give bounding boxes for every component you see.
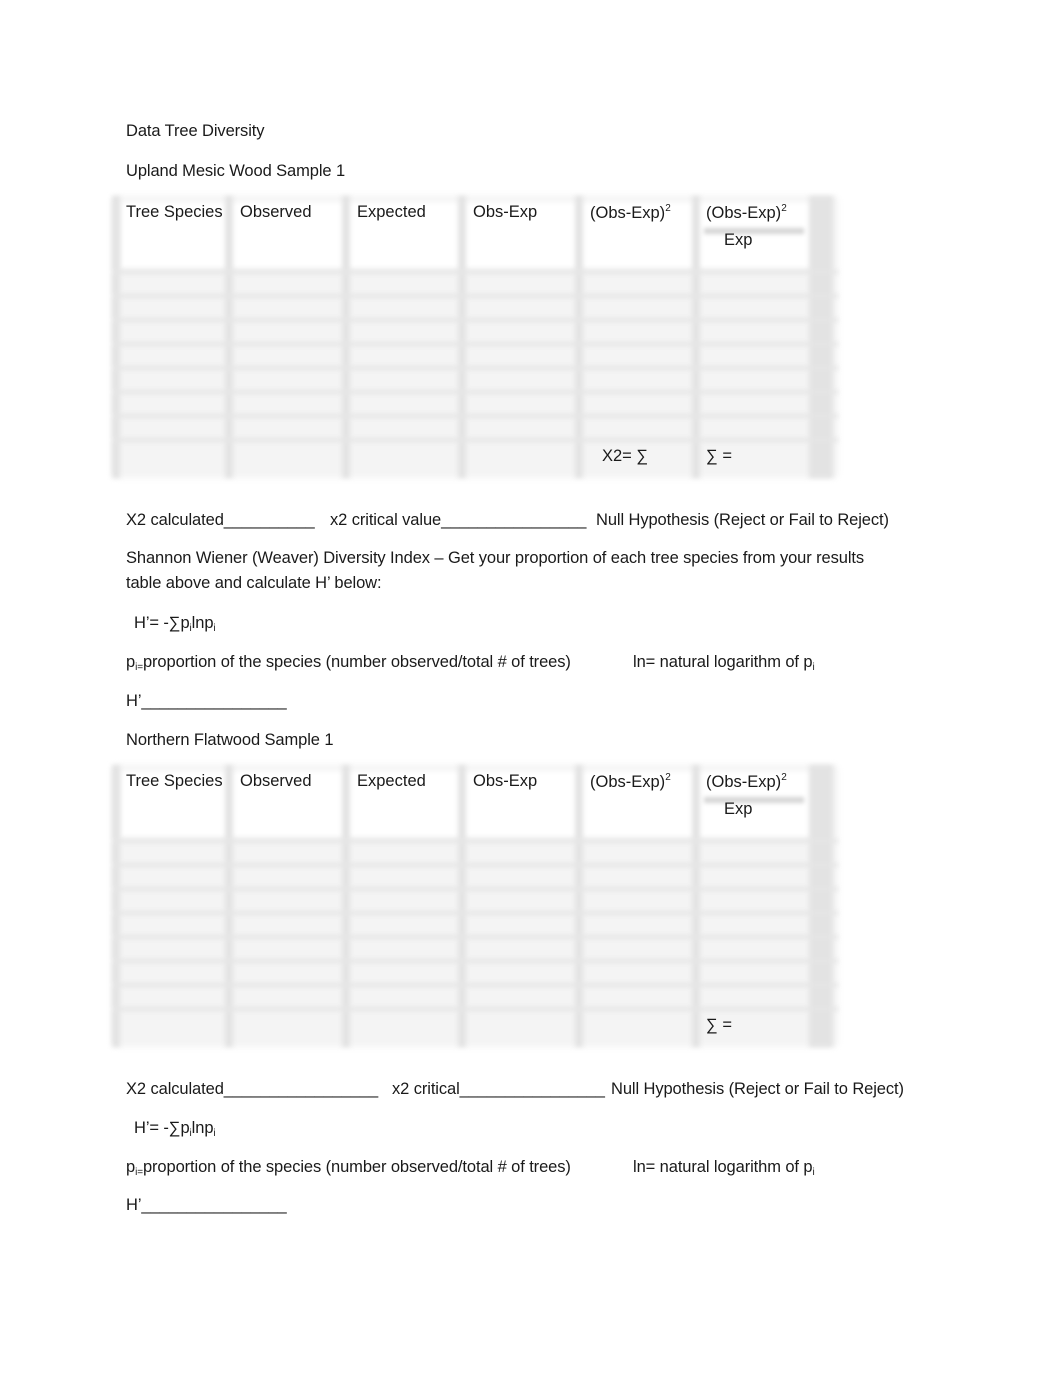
- x2-calculated-field[interactable]: X2 calculated_________________: [126, 1080, 378, 1099]
- proportion-definition: pi=proportion of the species (number obs…: [126, 1158, 571, 1178]
- column-header-expected: Expected: [357, 772, 426, 790]
- fraction-bar: [704, 228, 804, 234]
- column-header-obs-exp: Obs-Exp: [473, 772, 538, 790]
- proportion-definition: pi=proportion of the species (number obs…: [126, 653, 571, 673]
- section-heading-upland: Upland Mesic Wood Sample 1: [126, 162, 346, 180]
- column-header-denominator: Exp: [724, 800, 753, 818]
- column-header-obs-exp-squared: (Obs-Exp)2: [590, 772, 671, 791]
- column-header-denominator: Exp: [724, 231, 753, 249]
- ln-definition: ln= natural logarithm of pi: [633, 653, 815, 673]
- column-header-obs-exp: Obs-Exp: [473, 203, 538, 221]
- null-hypothesis-label: Null Hypothesis (Reject or Fail to Rejec…: [596, 511, 889, 529]
- fraction-bar: [704, 797, 804, 803]
- column-header-obs-exp-squared: (Obs-Exp)2: [590, 203, 671, 222]
- ln-definition: ln= natural logarithm of pi: [633, 1158, 815, 1178]
- column-header-tree-species: Tree Species: [126, 772, 223, 790]
- section-heading-northern: Northern Flatwood Sample 1: [126, 731, 334, 749]
- column-header-observed: Observed: [240, 772, 312, 790]
- chi-square-table-upland: Tree Species Observed Expected Obs-Exp (…: [112, 196, 838, 478]
- x2-critical-field[interactable]: x2 critical________________: [392, 1080, 605, 1099]
- shannon-intro-line-1: Shannon Wiener (Weaver) Diversity Index …: [126, 549, 865, 567]
- document-page: { "document": { "title": "Data Tree Dive…: [0, 0, 1062, 1377]
- column-header-chi-term: (Obs-Exp)2: [706, 772, 787, 791]
- shannon-formula: H’= -∑pilnpi: [134, 1119, 216, 1139]
- sum-label: ∑ =: [706, 1016, 732, 1034]
- shannon-formula: H’= -∑pilnpi: [134, 614, 216, 634]
- column-header-observed: Observed: [240, 203, 312, 221]
- column-header-chi-term: (Obs-Exp)2: [706, 203, 787, 222]
- column-header-expected: Expected: [357, 203, 426, 221]
- shannon-intro-line-2: table above and calculate H’ below:: [126, 574, 382, 592]
- sum-label: ∑ =: [706, 447, 732, 465]
- x2-calculated-field[interactable]: X2 calculated__________: [126, 511, 315, 530]
- x2-critical-field[interactable]: x2 critical value________________: [330, 511, 586, 530]
- h-prime-field[interactable]: H’________________: [126, 692, 287, 711]
- chi-square-table-northern: Tree Species Observed Expected Obs-Exp (…: [112, 765, 838, 1047]
- chi-square-sum-label: X2= ∑: [602, 447, 649, 465]
- document-title: Data Tree Diversity: [126, 122, 265, 140]
- null-hypothesis-label: Null Hypothesis (Reject or Fail to Rejec…: [611, 1080, 904, 1098]
- column-header-tree-species: Tree Species: [126, 203, 223, 221]
- h-prime-field[interactable]: H’________________: [126, 1196, 287, 1215]
